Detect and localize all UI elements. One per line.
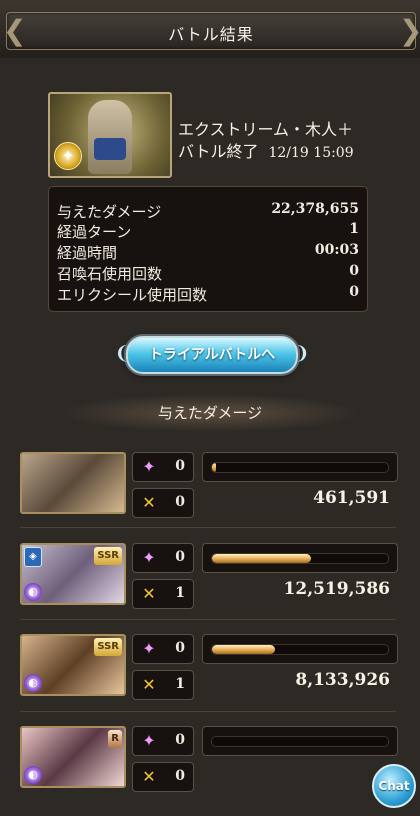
title-bar: ❮ ❯ バトル結果	[3, 12, 420, 50]
quest-thumbnail: ✦	[48, 92, 172, 178]
stat-label: 召喚石使用回数	[57, 265, 163, 283]
damage-bar	[202, 726, 398, 756]
ougi-count: 1	[175, 676, 185, 692]
dark-element-icon: ◐	[24, 583, 42, 601]
character-row: R ◐ ✦ 0 ✕ 0	[0, 726, 420, 816]
stat-total-damage: 与えたダメージ 22,378,655	[57, 201, 359, 221]
ability-count: 0	[175, 640, 185, 656]
damage-bar-fill	[212, 463, 216, 472]
row-divider	[20, 527, 396, 528]
stat-label: エリクシール使用回数	[57, 286, 208, 304]
stat-value: 0	[349, 263, 359, 279]
stat-value: 22,378,655	[271, 201, 359, 217]
sparkle-icon: ✦	[142, 548, 156, 567]
wing-right-icon: ❩	[294, 343, 310, 364]
ability-count: 0	[175, 458, 185, 474]
training-dummy-image	[88, 100, 132, 174]
stat-elapsed-time: 経過時間 00:03	[57, 242, 359, 262]
support-skill-icon: ◈	[24, 547, 42, 567]
stat-value: 1	[349, 221, 359, 237]
rarity-badge: SSR	[94, 638, 122, 656]
rarity-badge: SSR	[94, 547, 122, 565]
damage-bar-fill	[212, 554, 311, 563]
dark-element-icon: ◐	[24, 674, 42, 692]
damage-value: 12,519,586	[283, 579, 390, 599]
damage-value: 461,591	[313, 488, 390, 508]
ougi-count: 0	[175, 494, 185, 510]
damage-value: 8,133,926	[295, 670, 390, 690]
character-portrait[interactable]	[20, 452, 126, 514]
sparkle-icon: ✦	[142, 457, 156, 476]
stat-elixir-uses: エリクシール使用回数 0	[57, 284, 359, 304]
ability-count: 0	[175, 732, 185, 748]
header: ❮ ❯ バトル結果	[0, 0, 420, 58]
page-title: バトル結果	[168, 25, 254, 44]
stat-label: 与えたダメージ	[57, 203, 162, 221]
stat-value: 0	[349, 284, 359, 300]
damage-section-title: 与えたダメージ	[60, 394, 360, 432]
sparkle-icon: ✦	[142, 639, 156, 658]
ougi-count: 1	[175, 585, 185, 601]
light-element-icon: ✦	[54, 142, 82, 170]
chat-button[interactable]: Chat	[372, 764, 416, 808]
wing-left-icon: ❨	[114, 343, 130, 364]
ability-count-box: ✦ 0	[132, 452, 194, 482]
ability-count: 0	[175, 549, 185, 565]
battle-stats-panel: 与えたダメージ 22,378,655 経過ターン 1 経過時間 00:03 召喚…	[48, 186, 368, 312]
battle-datetime: 12/19 15:09	[268, 145, 354, 161]
stat-summon-uses: 召喚石使用回数 0	[57, 263, 359, 283]
damage-bar-fill	[212, 645, 276, 654]
sparkle-icon: ✦	[142, 731, 156, 750]
crossed-swords-icon: ✕	[142, 493, 156, 512]
character-portrait[interactable]: ◈ SSR ◐	[20, 543, 126, 605]
ougi-count: 0	[175, 768, 185, 784]
character-row: ✦ 0 ✕ 0 461,591	[0, 452, 420, 542]
row-divider	[20, 619, 396, 620]
crossed-swords-icon: ✕	[142, 767, 156, 786]
character-portrait[interactable]: SSR ◐	[20, 634, 126, 696]
ougi-count-box: ✕ 0	[132, 488, 194, 518]
character-portrait[interactable]: R ◐	[20, 726, 126, 788]
stat-value: 00:03	[314, 242, 359, 258]
stat-label: 経過時間	[57, 244, 118, 262]
ougi-count-box: ✕ 0	[132, 762, 194, 792]
row-divider	[20, 711, 396, 712]
dark-element-icon: ◐	[24, 766, 42, 784]
crossed-swords-icon: ✕	[142, 584, 156, 603]
ougi-count-box: ✕ 1	[132, 670, 194, 700]
crossed-swords-icon: ✕	[142, 675, 156, 694]
ability-count-box: ✦ 0	[132, 726, 194, 756]
damage-bar	[202, 452, 398, 482]
damage-bar	[202, 634, 398, 664]
battle-status: バトル終了	[178, 142, 259, 161]
ability-count-box: ✦ 0	[132, 543, 194, 573]
ougi-count-box: ✕ 1	[132, 579, 194, 609]
trial-battle-label: トライアルバトルへ	[148, 347, 276, 363]
stat-label: 経過ターン	[57, 223, 132, 241]
damage-bar	[202, 543, 398, 573]
rarity-badge: R	[108, 730, 122, 748]
quest-name: エクストリーム・木人＋	[178, 120, 354, 139]
quest-status: バトル終了 12/19 15:09	[178, 138, 354, 162]
trial-battle-button[interactable]: ❨ トライアルバトルへ ❩	[114, 336, 310, 374]
ability-count-box: ✦ 0	[132, 634, 194, 664]
stat-turns: 経過ターン 1	[57, 221, 359, 241]
